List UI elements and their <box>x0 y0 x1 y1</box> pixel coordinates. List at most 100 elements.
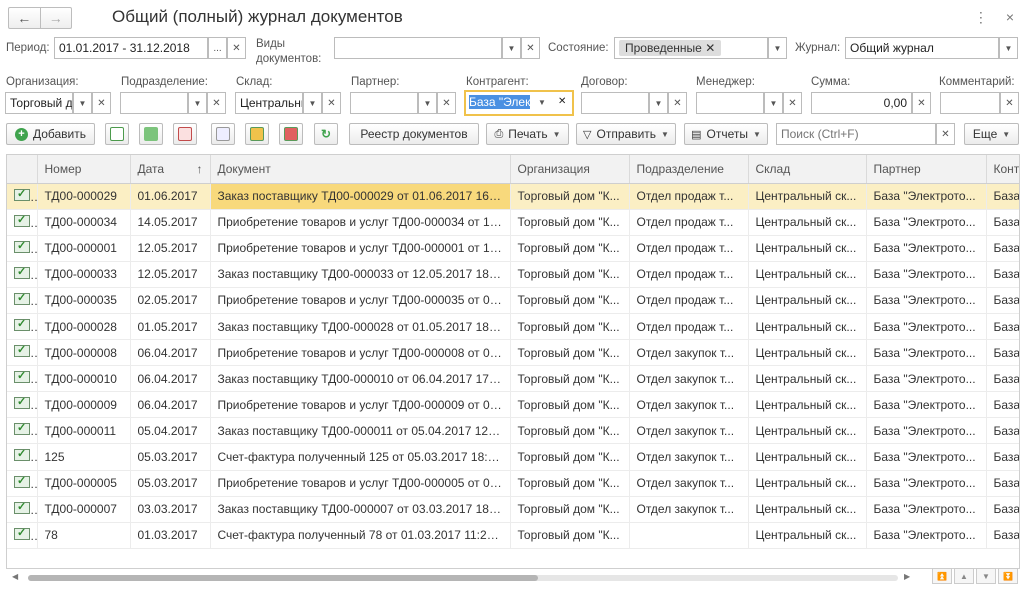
partner-field[interactable] <box>350 92 418 114</box>
dogovor-dropdown[interactable]: ▼ <box>649 92 668 114</box>
next-row-icon[interactable]: ▼ <box>976 568 996 584</box>
col-header-partner[interactable]: Партнер <box>866 155 987 184</box>
dogovor-field[interactable] <box>581 92 649 114</box>
table-row[interactable]: ТД00-00001105.04.2017Заказ поставщику ТД… <box>7 417 1019 445</box>
manager-clear[interactable]: ✕ <box>783 92 802 114</box>
more-button-label: Еще <box>972 127 998 141</box>
export-button[interactable] <box>245 123 269 145</box>
scroll-thumb[interactable] <box>28 575 538 581</box>
col-header-contractor[interactable]: Контр <box>986 155 1019 184</box>
sklad-dropdown[interactable]: ▼ <box>303 92 322 114</box>
list-view-button[interactable] <box>211 123 235 145</box>
print-button[interactable]: ⎙ Печать ▼ <box>486 123 569 145</box>
scroll-right-icon[interactable]: ▶ <box>904 572 910 581</box>
org-field[interactable]: Торговый д <box>5 92 73 114</box>
cell-date: 01.06.2017 <box>130 183 211 210</box>
podr-clear[interactable]: ✕ <box>207 92 226 114</box>
row-posted-cell <box>7 235 38 262</box>
table-row[interactable]: ТД00-00000112.05.2017Приобретение товаро… <box>7 235 1019 262</box>
chevron-down-icon: ▼ <box>661 129 669 139</box>
journal-dropdown[interactable]: ▼ <box>999 37 1018 59</box>
more-actions-icon[interactable]: ⋮ <box>974 9 988 26</box>
col-header-document[interactable]: Документ <box>210 155 511 184</box>
table-row[interactable]: ТД00-00000806.04.2017Приобретение товаро… <box>7 339 1019 367</box>
col-header-warehouse[interactable]: Склад <box>748 155 867 184</box>
table-row[interactable]: ТД00-00001006.04.2017Заказ поставщику ТД… <box>7 365 1019 393</box>
podr-field[interactable] <box>120 92 188 114</box>
kontragent-dropdown[interactable]: ▼ <box>538 98 546 107</box>
partner-dropdown[interactable]: ▼ <box>418 92 437 114</box>
doc-types-clear[interactable]: ✕ <box>521 37 540 59</box>
col-header-number[interactable]: Номер <box>37 155 131 184</box>
table-row[interactable]: 7801.03.2017Счет-фактура полученный 78 о… <box>7 522 1019 549</box>
org-dropdown[interactable]: ▼ <box>73 92 92 114</box>
org-clear[interactable]: ✕ <box>92 92 111 114</box>
comment-clear[interactable]: ✕ <box>1000 92 1019 114</box>
copy-doc-button[interactable] <box>105 123 129 145</box>
col-header-icon[interactable] <box>7 155 38 184</box>
registry-button[interactable]: Реестр документов <box>349 123 479 145</box>
table-row[interactable]: ТД00-00003414.05.2017Приобретение товаро… <box>7 209 1019 236</box>
send-button[interactable]: ▽ Отправить ▼ <box>576 123 676 145</box>
table-row[interactable]: ТД00-00000703.03.2017Заказ поставщику ТД… <box>7 496 1019 523</box>
col-header-organization[interactable]: Организация <box>510 155 630 184</box>
table-row[interactable]: 12505.03.2017Счет-фактура полученный 125… <box>7 443 1019 471</box>
doc-types-field[interactable] <box>334 37 502 59</box>
first-row-icon[interactable]: ⏫ <box>932 568 952 584</box>
horizontal-scrollbar[interactable]: ◀ ▶ <box>8 572 918 584</box>
partner-clear[interactable]: ✕ <box>437 92 456 114</box>
summa-field[interactable]: 0,00 <box>811 92 912 114</box>
manager-dropdown[interactable]: ▼ <box>764 92 783 114</box>
post-doc-button[interactable] <box>139 123 163 145</box>
sklad-clear[interactable]: ✕ <box>322 92 341 114</box>
unpost-doc-button[interactable] <box>173 123 197 145</box>
summa-clear[interactable]: ✕ <box>912 92 931 114</box>
prev-row-icon[interactable]: ▲ <box>954 568 974 584</box>
cell-number: ТД00-000007 <box>37 496 131 523</box>
documents-table[interactable]: Номер Дата ↑ Документ Организация Подразд… <box>6 154 1020 569</box>
state-field[interactable]: Проведенные ✕ <box>614 37 768 59</box>
row-posted-cell <box>7 365 38 393</box>
col-header-date[interactable]: Дата ↑ <box>130 155 211 184</box>
posted-doc-icon <box>14 187 30 201</box>
search-input[interactable] <box>776 123 936 145</box>
scroll-left-icon[interactable]: ◀ <box>12 572 18 581</box>
mark-button[interactable] <box>279 123 303 145</box>
cell-contractor: База <box>986 339 1019 367</box>
kontragent-clear[interactable]: ✕ <box>558 96 566 107</box>
cell-department: Отдел продаж т... <box>629 209 749 236</box>
refresh-button[interactable]: ↻ <box>314 123 338 145</box>
dogovor-clear[interactable]: ✕ <box>668 92 687 114</box>
last-row-icon[interactable]: ⏬ <box>998 568 1018 584</box>
state-dropdown[interactable]: ▼ <box>768 37 787 59</box>
table-row[interactable]: ТД00-00000505.03.2017Приобретение товаро… <box>7 470 1019 497</box>
period-clear-button[interactable]: ✕ <box>227 37 246 59</box>
comment-field[interactable] <box>940 92 1000 114</box>
table-row[interactable]: ТД00-00003502.05.2017Приобретение товаро… <box>7 287 1019 314</box>
journal-field[interactable]: Общий журнал <box>845 37 999 59</box>
row-posted-cell <box>7 313 38 341</box>
more-button[interactable]: Еще ▼ <box>964 123 1019 145</box>
state-tag-remove-icon[interactable]: ✕ <box>705 41 715 55</box>
kontragent-field[interactable]: База "Элек ▼ ✕ <box>464 90 574 116</box>
period-select-button[interactable]: ... <box>208 37 227 59</box>
reports-button[interactable]: ▤ Отчеты ▼ <box>684 123 768 145</box>
sklad-field[interactable]: Центральны <box>235 92 303 114</box>
table-row[interactable]: ТД00-00003312.05.2017Заказ поставщику ТД… <box>7 261 1019 288</box>
table-row[interactable]: ТД00-00000906.04.2017Приобретение товаро… <box>7 391 1019 419</box>
col-header-department[interactable]: Подразделение <box>629 155 749 184</box>
doc-types-dropdown[interactable]: ▼ <box>502 37 521 59</box>
table-row[interactable]: ТД00-00002901.06.2017Заказ поставщику ТД… <box>7 183 1019 210</box>
table-row[interactable]: ТД00-00002801.05.2017Заказ поставщику ТД… <box>7 313 1019 341</box>
forward-button[interactable]: → <box>39 8 72 28</box>
period-field[interactable]: 01.01.2017 - 31.12.2018 <box>54 37 208 59</box>
manager-field[interactable] <box>696 92 764 114</box>
close-icon[interactable]: × <box>1006 9 1014 26</box>
state-label: Состояние: <box>548 42 609 54</box>
chevron-down-icon: ▼ <box>1002 129 1011 139</box>
back-button[interactable]: ← <box>9 8 40 28</box>
search-clear-button[interactable]: ✕ <box>936 123 955 145</box>
add-button[interactable]: + Добавить <box>6 123 95 145</box>
podr-dropdown[interactable]: ▼ <box>188 92 207 114</box>
printer-icon: ⎙ <box>494 127 504 140</box>
